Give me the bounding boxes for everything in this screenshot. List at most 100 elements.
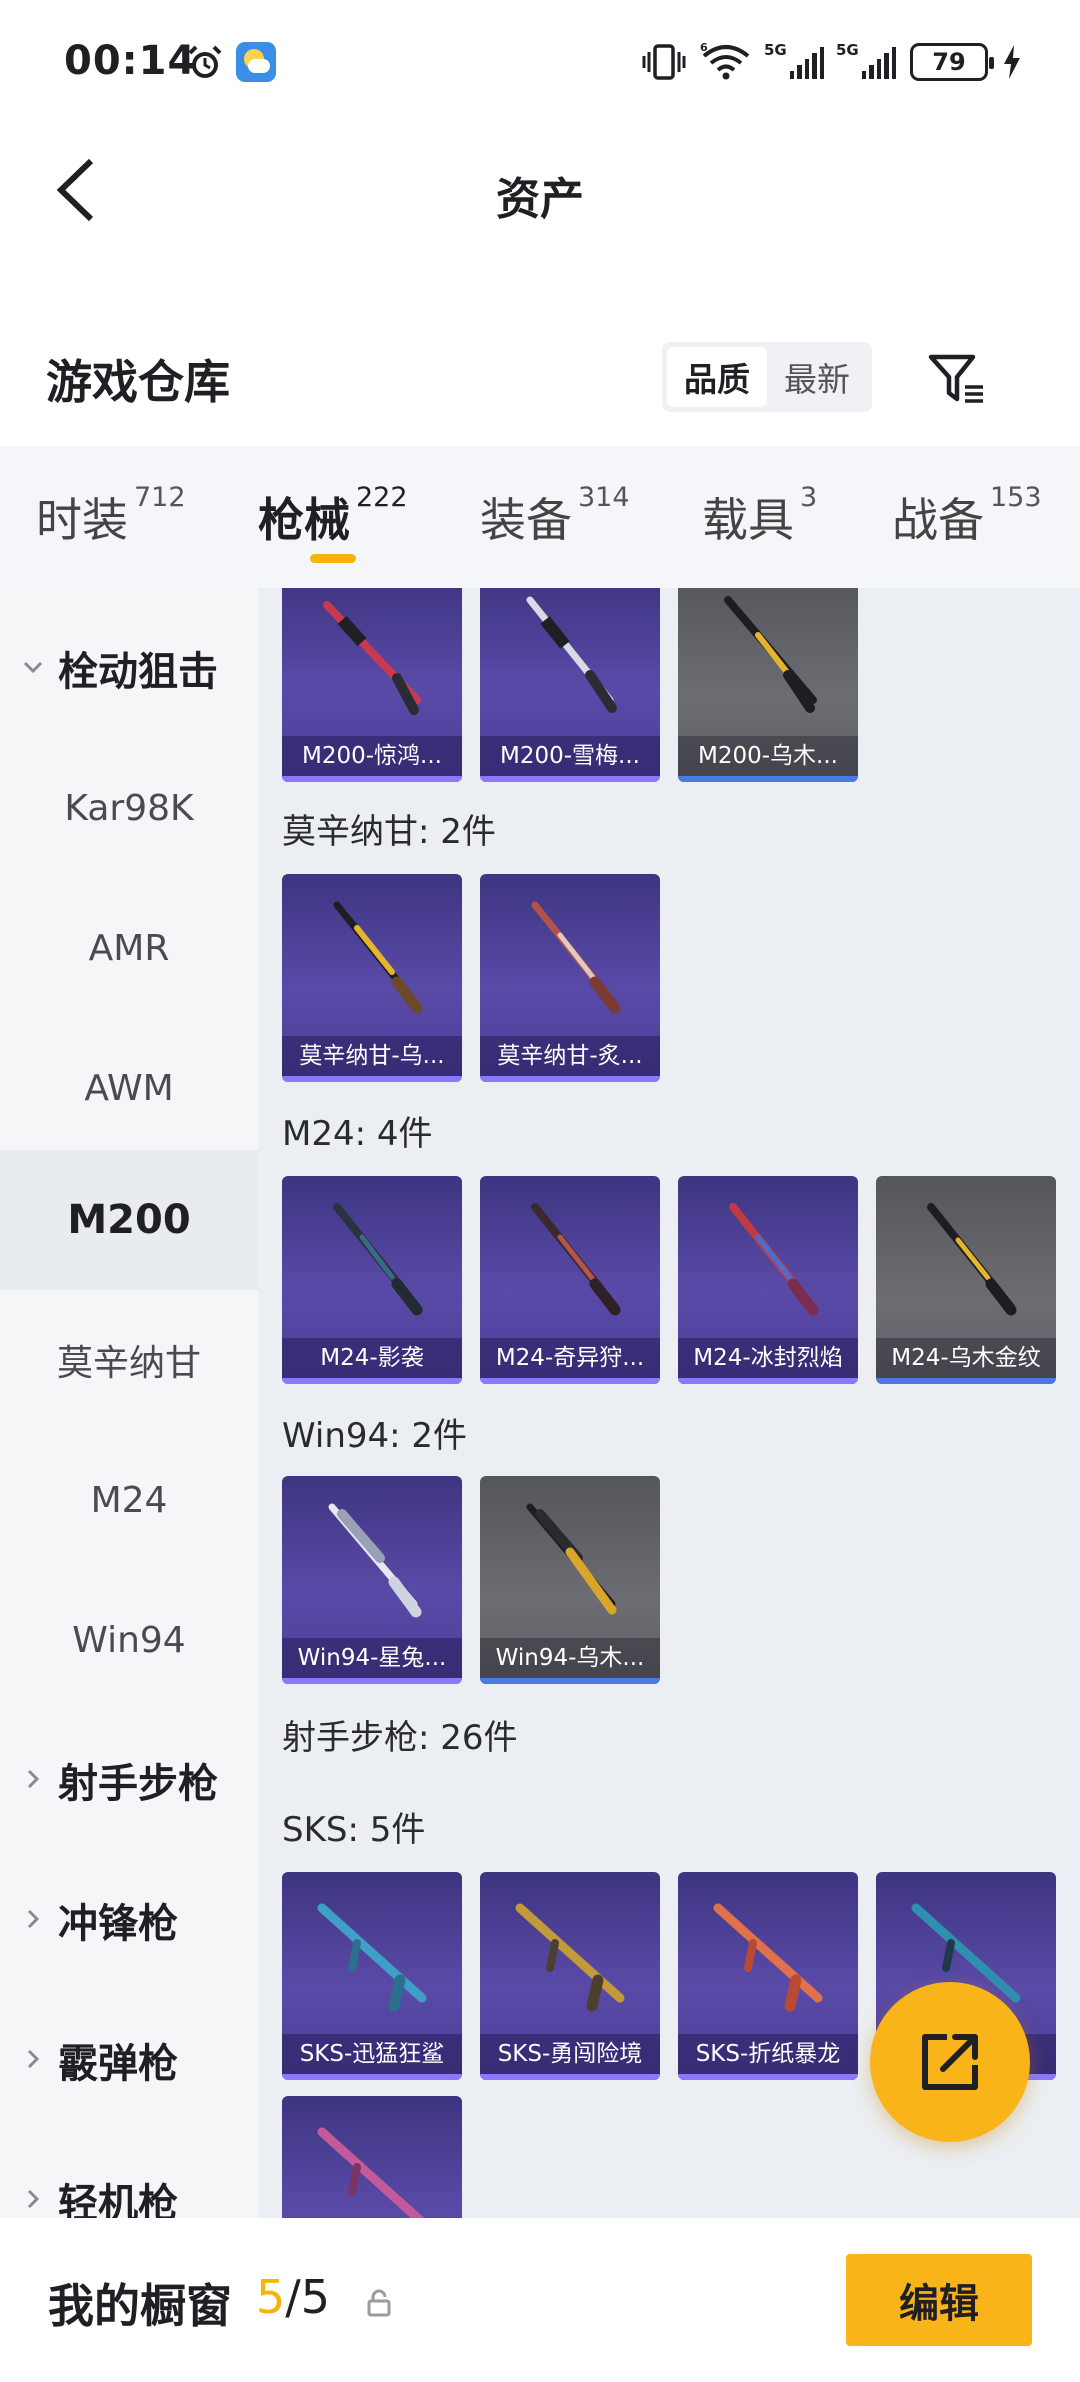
tab-fashion[interactable]: 时装 712 (36, 482, 186, 550)
weapon-name: 莫辛纳甘-乌... (282, 1036, 462, 1076)
chevron-right-icon (27, 2189, 40, 2209)
status-bar: 00:14 6 5G 5G 79 (0, 0, 1080, 125)
sort-quality-option[interactable]: 品质 (667, 347, 767, 407)
page-title: 资产 (496, 174, 584, 225)
weapon-card[interactable]: M200-雪梅... (480, 588, 660, 782)
weather-icon (236, 42, 276, 82)
weapon-card[interactable]: SKS-迅猛狂鲨 (282, 1872, 462, 2080)
weapon-card[interactable]: M24-冰封烈焰 (678, 1176, 858, 1384)
weapon-name: SKS-迅猛狂鲨 (282, 2034, 462, 2074)
sort-newest-option[interactable]: 最新 (767, 347, 867, 407)
sidebar-item-m200[interactable]: M200 (0, 1150, 258, 1290)
rifle-icon (526, 1503, 617, 1615)
weapon-name: M24-奇异狩... (480, 1338, 660, 1378)
weapon-name: M200-雪梅... (480, 736, 660, 776)
showcase-title: 我的橱窗 (48, 2279, 232, 2333)
rifle-icon (317, 2127, 425, 2218)
alarm-icon (188, 45, 222, 78)
tab-firearms[interactable]: 枪械 222 (258, 482, 408, 550)
weapon-grid: M200-惊鸿... M200-雪梅... M200-乌木... 莫辛纳甘: 2… (258, 588, 1080, 2218)
rifle-icon (317, 1903, 427, 2012)
sidebar-item-lmg[interactable]: 轻机枪 (0, 2130, 258, 2218)
sniper-rifle-icon (724, 596, 817, 713)
sniper-rifle-icon (927, 1203, 1017, 1316)
rifle-icon (328, 1503, 422, 1618)
charging-icon (1004, 45, 1020, 79)
tab-equipment[interactable]: 装备 314 (480, 482, 630, 550)
sidebar-item-amr[interactable]: AMR (0, 878, 258, 1018)
vibrate-icon (642, 44, 686, 80)
sidebar-item-win94[interactable]: Win94 (0, 1570, 258, 1710)
rifle-icon (713, 1903, 823, 2012)
sidebar-item-mosin-nagant[interactable]: 莫辛纳甘 (0, 1290, 258, 1430)
section-label: 射手步枪: 26件 (282, 1718, 518, 1758)
battery-level: 79 (932, 48, 966, 76)
chevron-down-icon (23, 661, 43, 674)
sniper-rifle-icon (531, 1203, 621, 1316)
sidebar-item-shotgun[interactable]: 霰弹枪 (0, 1990, 258, 2130)
edit-button[interactable]: 编辑 (846, 2254, 1032, 2346)
weapon-card[interactable]: M200-惊鸿... (282, 588, 462, 782)
weapon-name: Win94-乌木... (480, 1638, 660, 1678)
weapon-card[interactable]: 莫辛纳甘-乌... (282, 874, 462, 1082)
section-label: M24: 4件 (282, 1114, 433, 1154)
sidebar-item-awm[interactable]: AWM (0, 1018, 258, 1158)
sniper-rifle-icon (323, 601, 421, 715)
active-tab-indicator (310, 554, 356, 563)
weapon-card[interactable]: Win94-乌木... (480, 1476, 660, 1684)
weapon-card[interactable]: SKS-勇闯险境 (480, 1872, 660, 2080)
weapon-card[interactable]: SKS-折纸暴龙 (678, 1872, 858, 2080)
weapon-name: M200-乌木... (678, 736, 858, 776)
svg-text:6: 6 (700, 42, 708, 54)
weapon-card[interactable]: 莫辛纳甘-炙... (480, 874, 660, 1082)
weapon-card[interactable]: M200-乌木... (678, 588, 858, 782)
section-label: Win94: 2件 (282, 1416, 468, 1456)
section-label: 莫辛纳甘: 2件 (282, 812, 496, 852)
weapon-card[interactable]: M24-奇异狩... (480, 1176, 660, 1384)
filter-button[interactable] (922, 344, 992, 414)
sniper-rifle-icon (333, 1203, 423, 1316)
section-label: SKS: 5件 (282, 1810, 426, 1850)
tab-combat-gear[interactable]: 战备 153 (892, 482, 1042, 550)
filter-icon (928, 354, 983, 403)
chevron-right-icon (27, 1909, 40, 1929)
signal-icon: 5G (836, 41, 897, 79)
weapon-name: M24-冰封烈焰 (678, 1338, 858, 1378)
sidebar-item-m24[interactable]: M24 (0, 1430, 258, 1570)
sniper-rifle-icon (526, 596, 617, 713)
weapon-name: Win94-星兔... (282, 1638, 462, 1678)
chevron-right-icon (27, 1769, 40, 1789)
category-tabs: 时装 712 枪械 222 装备 314 载具 3 战备 153 (0, 446, 1080, 588)
share-icon (922, 2034, 978, 2090)
weapon-card[interactable]: M24-乌木金纹 (876, 1176, 1056, 1384)
chevron-right-icon (27, 2049, 40, 2069)
warehouse-title: 游戏仓库 (46, 355, 230, 409)
rifle-icon (333, 901, 423, 1014)
signal-icon: 5G (764, 41, 825, 79)
lock-icon (367, 2289, 391, 2317)
weapon-type-sidebar: 栓动狙击 Kar98K AMR AWM M200 莫辛纳甘 M24 Win94 … (0, 588, 258, 2218)
weapon-name: M200-惊鸿... (282, 736, 462, 776)
tab-vehicles[interactable]: 载具 3 (702, 482, 817, 550)
app-header: 资产 (0, 125, 1080, 255)
weapon-card[interactable]: M24-影袭 (282, 1176, 462, 1384)
weapon-name: 莫辛纳甘-炙... (480, 1036, 660, 1076)
weapon-name: M24-影袭 (282, 1338, 462, 1378)
sidebar-item-kar98k[interactable]: Kar98K (0, 738, 258, 878)
weapon-name: M24-乌木金纹 (876, 1338, 1056, 1378)
battery-icon: 79 (910, 43, 994, 81)
weapon-name: SKS-折纸暴龙 (678, 2034, 858, 2074)
status-time: 00:14 (64, 38, 197, 84)
wifi-icon: 6 (700, 42, 750, 80)
weapon-name: SKS-勇闯险境 (480, 2034, 660, 2074)
sniper-rifle-icon (729, 1203, 819, 1316)
weapon-card[interactable]: Win94-星兔... (282, 1476, 462, 1684)
sidebar-item-bolt-action[interactable]: 栓动狙击 (0, 598, 258, 738)
share-button[interactable] (870, 1982, 1030, 2142)
showcase-bar: 我的橱窗 5/5 编辑 (0, 2218, 1080, 2382)
weapon-card[interactable] (282, 2096, 462, 2218)
sort-toggle: 品质 最新 (662, 342, 872, 412)
sidebar-item-marksman-rifle[interactable]: 射手步枪 (0, 1710, 258, 1850)
rifle-icon (531, 901, 621, 1014)
sidebar-item-smg[interactable]: 冲锋枪 (0, 1850, 258, 1990)
